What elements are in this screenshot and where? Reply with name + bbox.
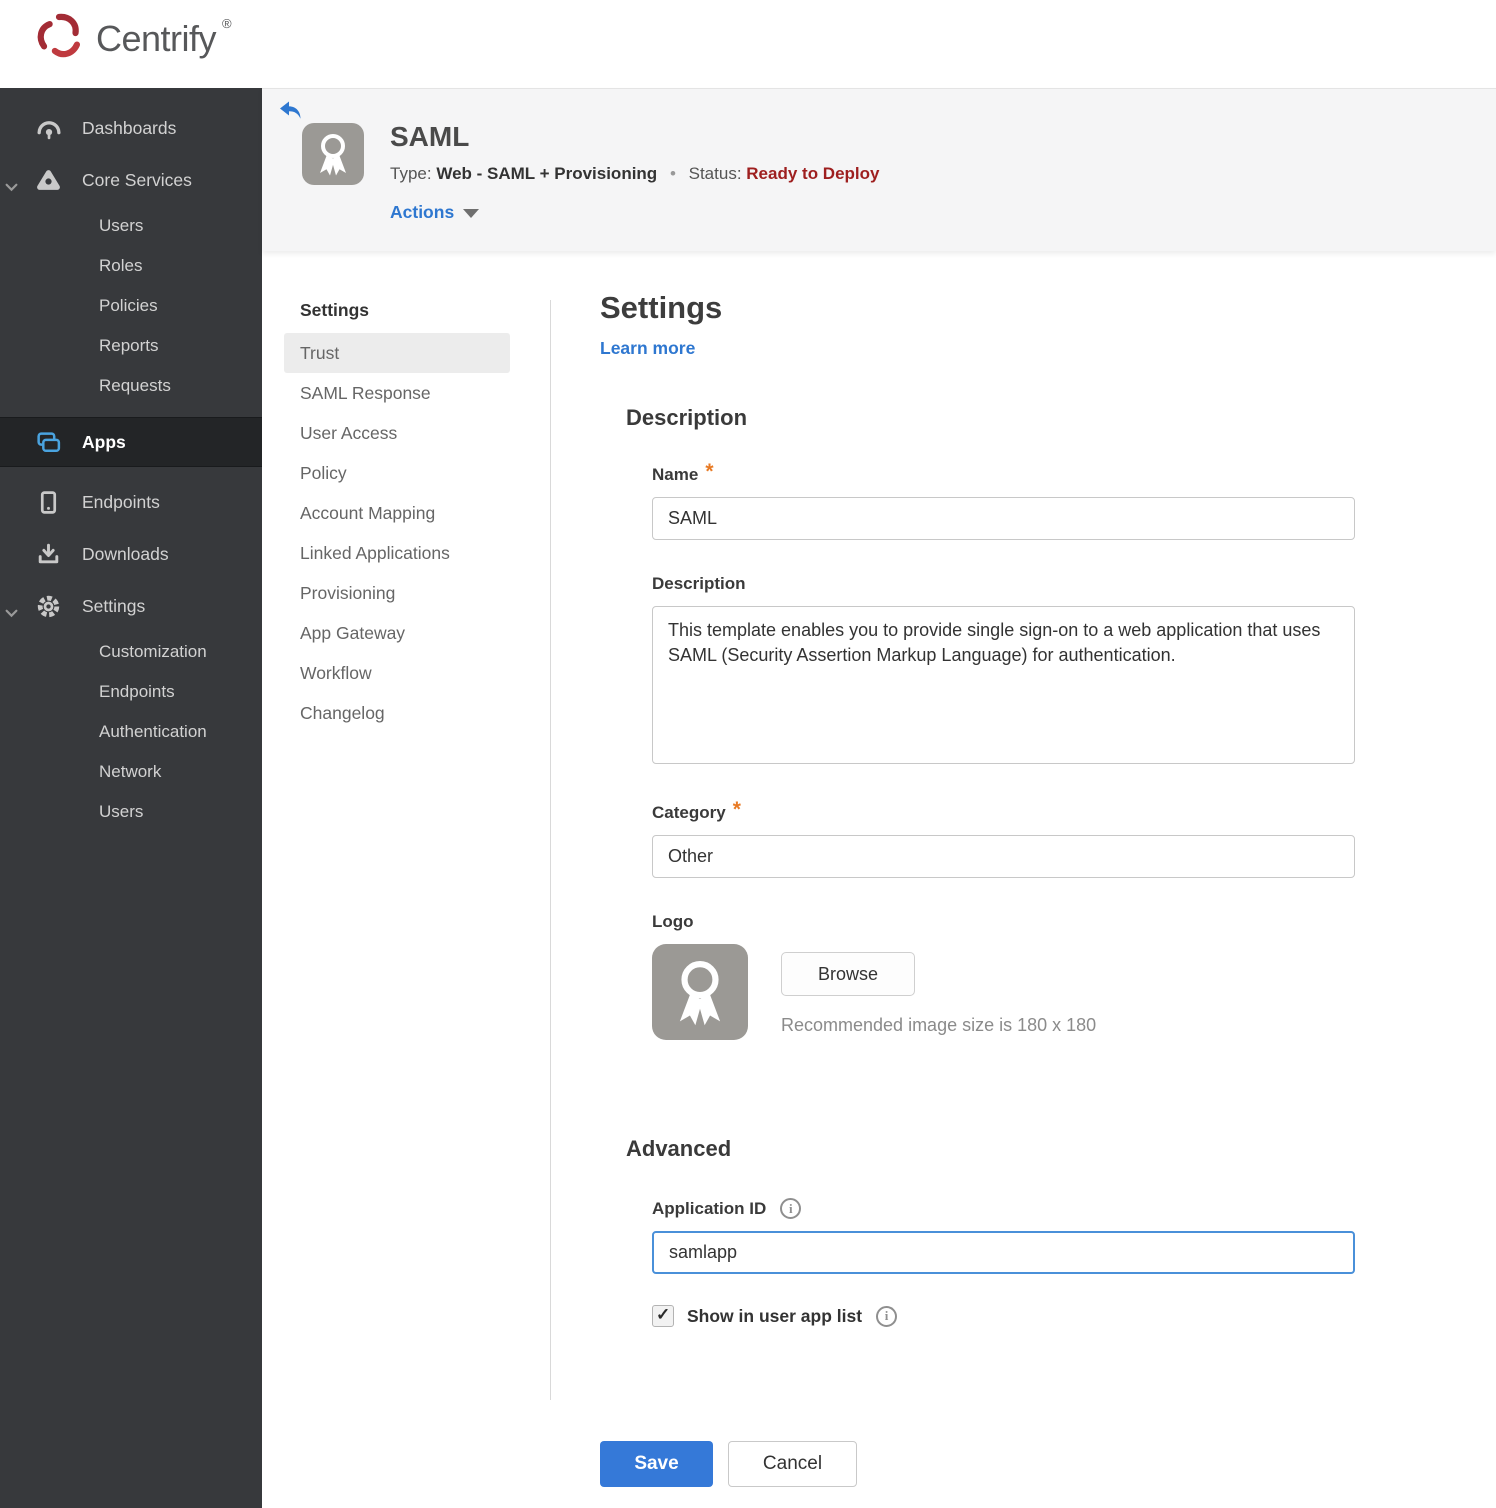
app-type-status-line: Type: Web - SAML + Provisioning • Status… xyxy=(390,164,880,183)
learn-more-link[interactable]: Learn more xyxy=(600,338,695,359)
chevron-down-icon xyxy=(5,176,18,197)
name-label: Name * xyxy=(652,460,714,484)
top-brand-bar: Centrify ® xyxy=(0,0,1496,88)
sidebar-item-users[interactable]: Users xyxy=(0,206,262,246)
mobile-icon xyxy=(34,489,62,516)
sidebar-item-downloads[interactable]: Downloads xyxy=(0,528,262,580)
sidebar-item-network[interactable]: Network xyxy=(0,752,262,792)
subnav-item-provisioning[interactable]: Provisioning xyxy=(284,573,510,613)
chevron-down-icon xyxy=(5,602,18,623)
subnav-item-changelog[interactable]: Changelog xyxy=(284,693,510,733)
brand-logo: Centrify ® xyxy=(34,10,232,67)
show-in-user-app-list-checkbox[interactable] xyxy=(652,1305,674,1327)
application-id-field[interactable] xyxy=(652,1231,1355,1274)
subnav-item-linked-applications[interactable]: Linked Applications xyxy=(284,533,510,573)
description-field[interactable]: This template enables you to provide sin… xyxy=(652,606,1355,764)
subnav-item-saml-response[interactable]: SAML Response xyxy=(284,373,510,413)
cluster-icon xyxy=(34,167,62,194)
subnav-item-workflow[interactable]: Workflow xyxy=(284,653,510,693)
cancel-button[interactable]: Cancel xyxy=(728,1441,857,1487)
category-field[interactable] xyxy=(652,835,1355,878)
subnav-heading: Settings xyxy=(300,300,370,320)
download-icon xyxy=(34,541,62,568)
subnav-item-trust[interactable]: Trust xyxy=(284,333,510,373)
subnav-item-account-mapping[interactable]: Account Mapping xyxy=(284,493,510,533)
ribbon-award-icon xyxy=(302,134,364,189)
sidebar-item-settings[interactable]: Settings xyxy=(0,580,262,632)
save-button[interactable]: Save xyxy=(600,1441,713,1487)
gauge-icon xyxy=(34,115,62,142)
brand-wordmark: Centrify xyxy=(96,17,217,59)
page-title: Settings xyxy=(600,290,723,325)
vertical-divider xyxy=(550,300,551,1400)
back-arrow-icon[interactable] xyxy=(278,100,303,127)
sidebar-item-endpoints[interactable]: Endpoints xyxy=(0,476,262,528)
logo-size-hint: Recommended image size is 180 x 180 xyxy=(781,1015,1097,1035)
logo-label: Logo xyxy=(652,912,694,931)
required-asterisk: * xyxy=(732,798,741,821)
centrify-swirl-icon xyxy=(34,10,86,67)
show-in-user-app-list-label: Show in user app list xyxy=(687,1305,863,1326)
ribbon-award-icon xyxy=(652,961,748,1044)
sidebar-item-core-services[interactable]: Core Services xyxy=(0,154,262,206)
info-icon[interactable] xyxy=(780,1198,802,1219)
chevron-down-icon xyxy=(463,209,480,218)
app-logo-badge xyxy=(302,123,364,185)
description-section-heading: Description xyxy=(626,405,748,430)
sidebar-item-settings-users[interactable]: Users xyxy=(0,792,262,832)
subnav-item-app-gateway[interactable]: App Gateway xyxy=(284,613,510,653)
app-title: SAML xyxy=(390,121,470,152)
page: Centrify ® Dashboards Core Services User… xyxy=(0,0,1496,1508)
sidebar-item-policies[interactable]: Policies xyxy=(0,286,262,326)
sidebar-item-settings-endpoints[interactable]: Endpoints xyxy=(0,672,262,712)
subnav-item-policy[interactable]: Policy xyxy=(284,453,510,493)
app-type-value: Web - SAML + Provisioning xyxy=(436,164,658,183)
name-field[interactable] xyxy=(652,497,1355,540)
main-content: Settings Learn more Description Name * D… xyxy=(600,290,1380,1327)
subnav-item-user-access[interactable]: User Access xyxy=(284,413,510,453)
sidebar-item-authentication[interactable]: Authentication xyxy=(0,712,262,752)
settings-subnav: Settings Trust SAML Response User Access… xyxy=(284,292,510,733)
form-footer: Save Cancel xyxy=(600,1441,857,1487)
info-icon[interactable] xyxy=(876,1305,898,1327)
advanced-section-heading: Advanced xyxy=(626,1136,732,1161)
logo-preview-image xyxy=(652,944,748,1040)
app-header: SAML Type: Web - SAML + Provisioning • S… xyxy=(262,88,1496,251)
sidebar-item-reports[interactable]: Reports xyxy=(0,326,262,366)
sidebar-item-requests[interactable]: Requests xyxy=(0,366,262,406)
application-id-label: Application ID xyxy=(652,1198,1380,1219)
actions-dropdown[interactable]: Actions xyxy=(390,202,480,223)
apps-icon xyxy=(34,429,62,456)
required-asterisk: * xyxy=(705,460,714,483)
status-badge: Ready to Deploy xyxy=(746,164,880,183)
registered-trademark: ® xyxy=(222,16,232,31)
sidebar-item-dashboards[interactable]: Dashboards xyxy=(0,102,262,154)
sidebar-item-customization[interactable]: Customization xyxy=(0,632,262,672)
sidebar-nav: Dashboards Core Services Users Roles Pol… xyxy=(0,88,262,1508)
description-label: Description xyxy=(652,574,746,593)
sidebar-item-apps[interactable]: Apps xyxy=(0,417,262,467)
browse-button[interactable]: Browse xyxy=(781,952,915,996)
sidebar-item-roles[interactable]: Roles xyxy=(0,246,262,286)
separator-dot: • xyxy=(669,164,676,183)
gear-icon xyxy=(34,593,62,620)
category-label: Category * xyxy=(652,798,741,822)
